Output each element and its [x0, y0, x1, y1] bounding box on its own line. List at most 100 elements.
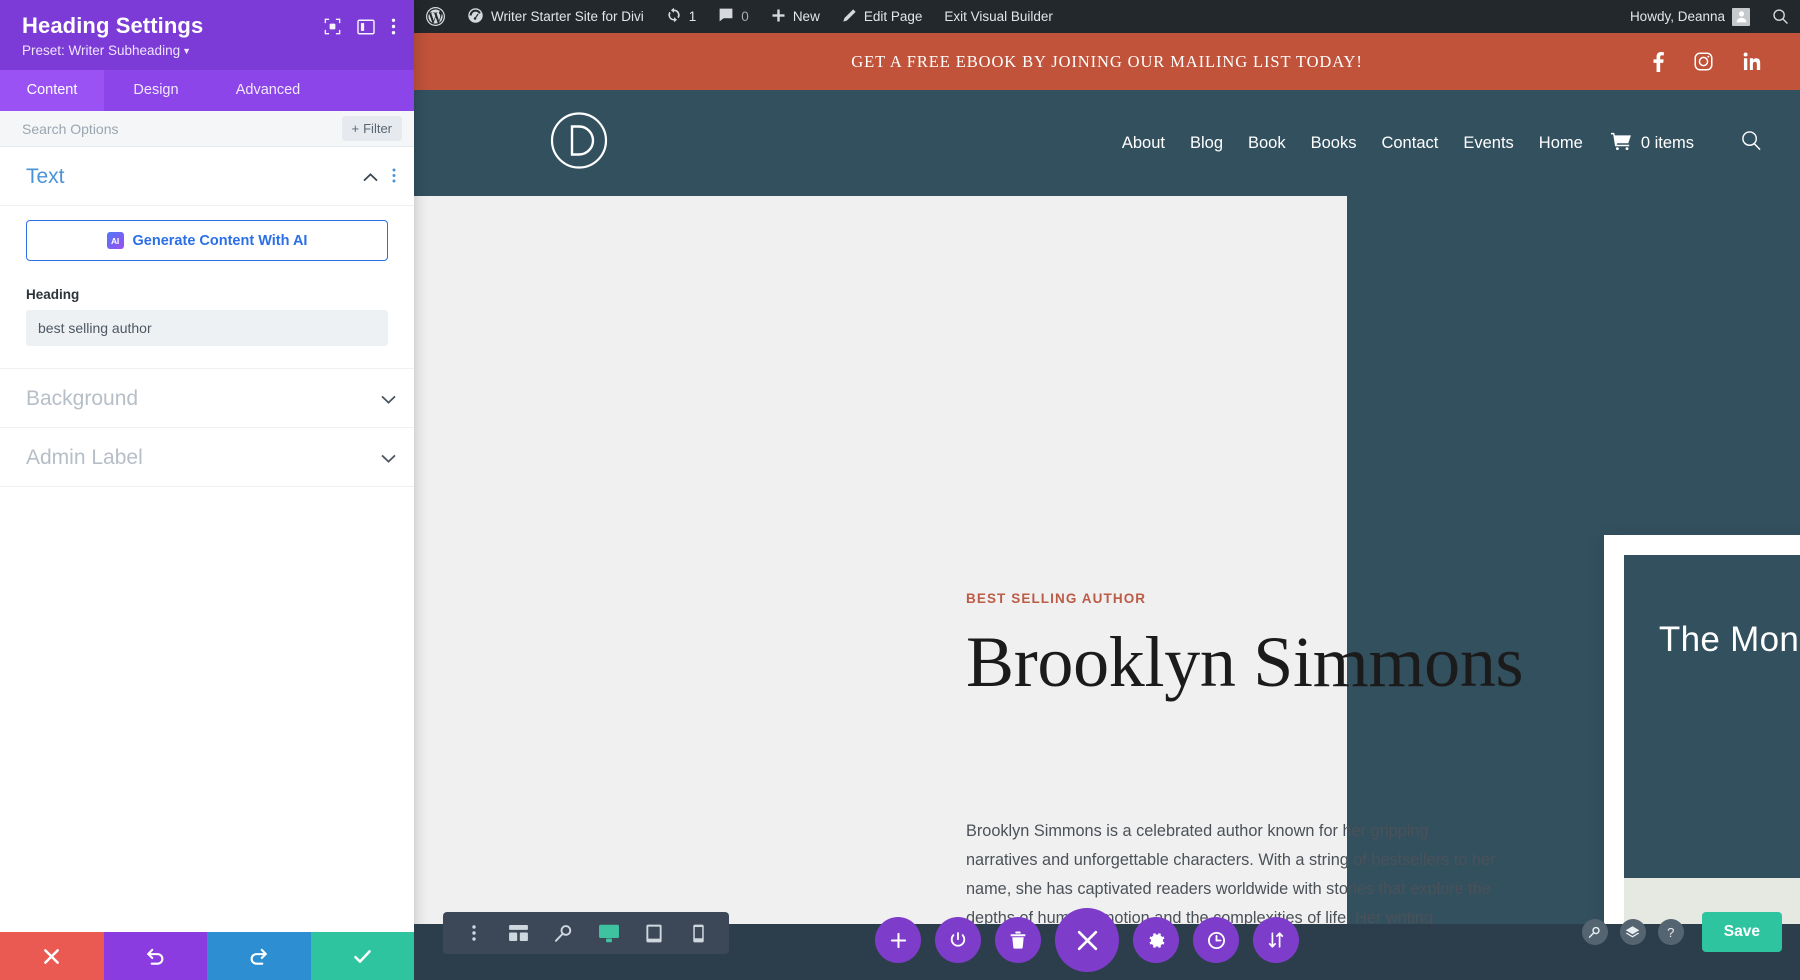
nav-link-contact[interactable]: Contact [1381, 134, 1438, 153]
hero-heading[interactable]: Brooklyn Simmons [966, 625, 1526, 699]
settings-preset-selector[interactable]: Preset: Writer Subheading ▼ [22, 43, 203, 58]
exit-builder-label: Exit Visual Builder [944, 9, 1053, 24]
panel-layout-icon[interactable] [357, 19, 375, 40]
updates-indicator[interactable]: 1 [655, 0, 708, 33]
add-section-button[interactable] [875, 917, 921, 963]
search-options-input[interactable] [22, 120, 342, 137]
toggle-builder-button[interactable] [935, 917, 981, 963]
social-links [1653, 51, 1762, 72]
builder-action-buttons [875, 908, 1299, 972]
section-header-admin-label[interactable]: Admin Label [0, 428, 414, 488]
wireframe-view-icon[interactable] [498, 912, 539, 954]
plus-icon: + [351, 121, 360, 137]
save-changes-button[interactable] [310, 932, 414, 980]
nav-link-events[interactable]: Events [1463, 134, 1513, 153]
hero-eyebrow: BEST SELLING AUTHOR [966, 591, 1147, 606]
dashboard-icon [467, 7, 484, 27]
comment-bubble-icon [718, 7, 734, 26]
section-title-background: Background [26, 387, 139, 411]
chevron-down-icon[interactable] [381, 452, 396, 465]
updates-count: 1 [688, 9, 697, 24]
linkedin-icon[interactable] [1743, 52, 1762, 71]
discard-button[interactable] [0, 932, 104, 980]
nav-link-books[interactable]: Books [1311, 134, 1357, 153]
settings-panel-header: Heading Settings Preset: Writer Subheadi… [0, 0, 414, 71]
site-navigation: About Blog Book Books Contact Events Hom… [414, 90, 1800, 196]
builder-right-tools: ? Save [1581, 912, 1782, 952]
section-header-text[interactable]: Text [0, 147, 414, 207]
site-preview: GET A FREE EBOOK BY JOINING OUR MAILING … [414, 33, 1800, 980]
instagram-icon[interactable] [1694, 52, 1713, 71]
admin-search-icon[interactable] [1761, 0, 1800, 33]
ai-button-label: Generate Content With AI [132, 232, 308, 249]
search-tool-icon[interactable] [1581, 919, 1608, 945]
tab-content[interactable]: Content [0, 70, 104, 112]
close-builder-button[interactable] [1055, 908, 1119, 972]
heading-field-label: Heading [26, 287, 80, 303]
comments-indicator[interactable]: 0 [707, 0, 760, 33]
section-header-background[interactable]: Background [0, 369, 414, 429]
facebook-icon[interactable] [1653, 51, 1664, 72]
section-kebab-icon[interactable] [392, 168, 396, 186]
new-content-menu[interactable]: New [760, 0, 831, 33]
exit-visual-builder-link[interactable]: Exit Visual Builder [933, 0, 1064, 33]
responsive-sort-button[interactable] [1253, 917, 1299, 963]
edit-page-link[interactable]: Edit Page [831, 0, 934, 33]
promo-banner: GET A FREE EBOOK BY JOINING OUR MAILING … [414, 33, 1800, 90]
book-title: The Monarch Effect [1658, 620, 1800, 659]
chevron-up-icon[interactable] [363, 171, 378, 184]
wordpress-logo-icon[interactable] [414, 0, 456, 33]
kebab-menu-icon[interactable] [391, 18, 396, 40]
toolbar-kebab-icon[interactable] [453, 912, 494, 954]
module-settings-panel: Heading Settings Preset: Writer Subheadi… [0, 0, 414, 980]
new-label: New [792, 9, 820, 24]
help-tool-icon[interactable]: ? [1657, 919, 1684, 945]
nav-link-blog[interactable]: Blog [1190, 134, 1223, 153]
section-title-text: Text [26, 165, 65, 189]
generate-content-with-ai-button[interactable]: AI Generate Content With AI [26, 220, 388, 262]
account-menu[interactable]: Howdy, Deanna [1619, 0, 1761, 33]
delete-button[interactable] [995, 917, 1041, 963]
nav-link-book[interactable]: Book [1248, 134, 1286, 153]
focus-target-icon[interactable] [324, 18, 341, 40]
wordpress-admin-bar: Writer Starter Site for Divi 1 0 New Edi… [414, 0, 1800, 33]
promo-banner-text: GET A FREE EBOOK BY JOINING OUR MAILING … [851, 51, 1363, 71]
layers-tool-icon[interactable] [1619, 919, 1646, 945]
hero-section: BEST SELLING AUTHOR Brooklyn Simmons Bro… [414, 196, 1800, 980]
phone-view-icon[interactable] [678, 912, 719, 954]
heading-field-input[interactable] [26, 310, 388, 347]
redo-button[interactable] [207, 932, 311, 980]
settings-button[interactable] [1133, 917, 1179, 963]
ai-badge-icon: AI [106, 232, 124, 250]
undo-button[interactable] [103, 932, 207, 980]
settings-panel-title: Heading Settings [22, 13, 204, 38]
divi-logo-icon[interactable] [549, 111, 609, 176]
zoom-out-view-icon[interactable] [543, 912, 584, 954]
save-button[interactable]: Save [1701, 912, 1782, 952]
tab-advanced[interactable]: Advanced [208, 70, 328, 111]
history-button[interactable] [1193, 917, 1239, 963]
settings-panel-footer [0, 932, 414, 980]
tablet-view-icon[interactable] [633, 912, 674, 954]
site-search-icon[interactable] [1741, 130, 1762, 156]
cart-item-count: 0 items [1640, 133, 1694, 152]
pencil-icon [842, 8, 857, 26]
settings-sections: Text AI Generate Content With AI Heading [0, 147, 414, 932]
nav-link-about[interactable]: About [1122, 134, 1165, 153]
cart-icon [1610, 132, 1632, 155]
cart-widget[interactable]: 0 items [1610, 132, 1694, 155]
desktop-view-icon[interactable] [588, 912, 629, 954]
plus-icon [771, 8, 786, 26]
chevron-down-icon[interactable] [381, 393, 396, 406]
updates-icon [666, 7, 682, 26]
comments-count: 0 [741, 9, 749, 24]
nav-link-home[interactable]: Home [1539, 134, 1583, 153]
preset-label: Preset: Writer Subheading [22, 43, 181, 59]
site-name: Writer Starter Site for Divi [491, 9, 644, 24]
edit-page-label: Edit Page [863, 9, 923, 24]
site-dashboard-link[interactable]: Writer Starter Site for Divi [456, 0, 655, 33]
nav-links: About Blog Book Books Contact Events Hom… [1122, 130, 1762, 156]
search-options-bar: + Filter [0, 111, 414, 148]
tab-design[interactable]: Design [104, 70, 208, 111]
filter-button[interactable]: + Filter [341, 116, 402, 142]
